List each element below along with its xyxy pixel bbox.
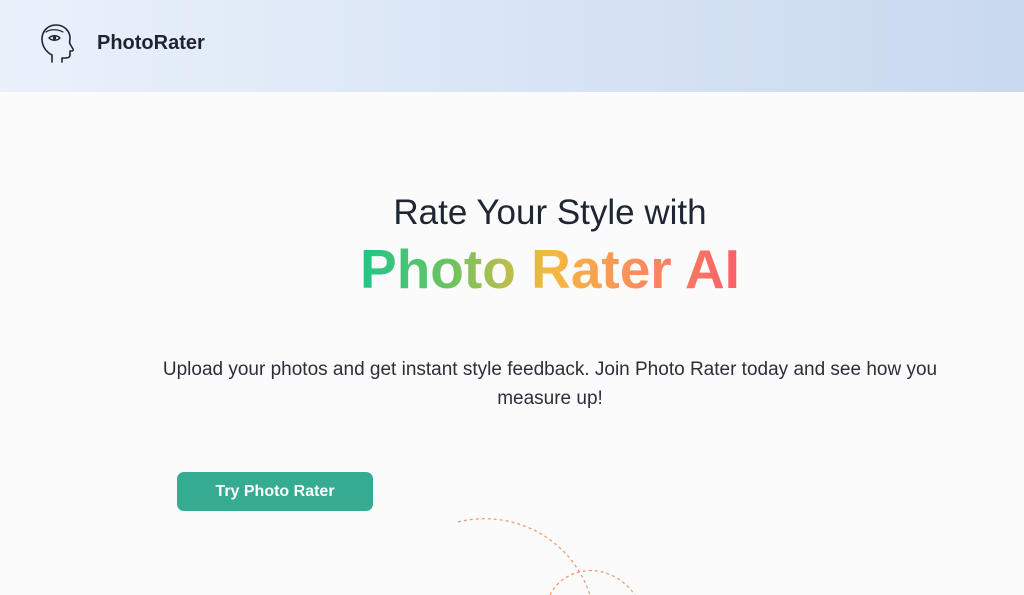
hero-heading-line1: Rate Your Style with <box>393 193 707 232</box>
site-header: PhotoRater <box>0 0 1024 92</box>
page: PhotoRater Rate Your Style with Photo Ra… <box>0 0 1024 595</box>
brand-name[interactable]: PhotoRater <box>97 30 205 56</box>
hero-heading-highlight: Photo Rater AI <box>360 238 740 300</box>
hero-heading: Rate Your Style with Photo Rater AI <box>0 190 1024 302</box>
try-photo-rater-button[interactable]: Try Photo Rater <box>177 472 373 511</box>
decorative-dashed-arcs <box>457 518 636 595</box>
hero-subtitle: Upload your photos and get instant style… <box>162 359 938 409</box>
head-profile-icon[interactable] <box>38 22 78 64</box>
